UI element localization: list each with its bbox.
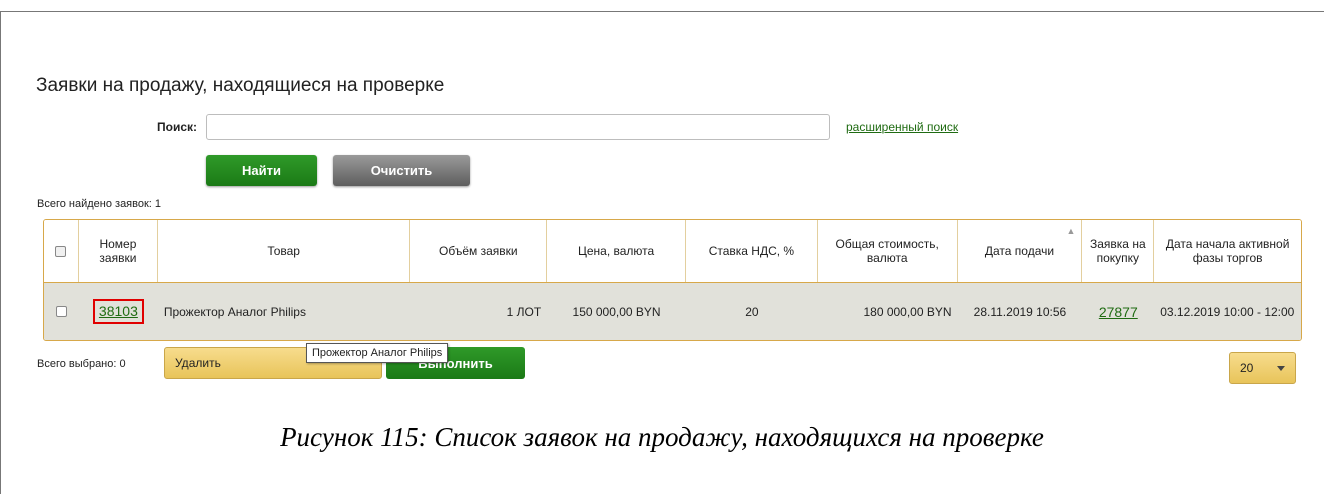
row-total: 180 000,00 BYN <box>863 304 952 319</box>
find-button[interactable]: Найти <box>206 155 317 186</box>
header-date[interactable]: Дата подачи ▲ <box>958 220 1083 282</box>
advanced-search-link[interactable]: расширенный поиск <box>846 120 958 134</box>
row-select-cell[interactable] <box>44 283 79 340</box>
chevron-down-icon <box>1277 366 1285 371</box>
row-volume: 1 ЛОТ <box>506 304 542 319</box>
sort-asc-icon: ▲ <box>1066 226 1076 236</box>
header-product[interactable]: Товар <box>158 220 411 282</box>
frame-top-border <box>0 11 1324 12</box>
header-number[interactable]: Номер заявки <box>79 220 158 282</box>
row-number-cell: 38103 <box>79 283 158 340</box>
header-vat[interactable]: Ставка НДС, % <box>686 220 818 282</box>
header-price[interactable]: Цена, валюта <box>547 220 686 282</box>
table-row: 38103 Прожектор Аналог Philips 1 ЛОТ 150… <box>44 283 1301 340</box>
header-total[interactable]: Общая стоимость, валюта <box>818 220 958 282</box>
row-checkbox[interactable] <box>55 306 67 317</box>
table-header-row: Номер заявки Товар Объём заявки Цена, ва… <box>44 220 1301 283</box>
request-number-link[interactable]: 38103 <box>99 303 138 319</box>
page-title: Заявки на продажу, находящиеся на провер… <box>36 75 445 96</box>
header-purchase[interactable]: Заявка на покупку <box>1082 220 1155 282</box>
purchase-request-link[interactable]: 27877 <box>1099 305 1138 319</box>
total-selected-label: Всего выбрано: 0 <box>37 358 126 370</box>
product-tooltip: Прожектор Аналог Philips <box>306 343 449 363</box>
header-volume[interactable]: Объём заявки <box>410 220 548 282</box>
figure-caption: Рисунок 115: Список заявок на продажу, н… <box>280 422 1044 452</box>
row-vat: 20 <box>745 304 759 319</box>
highlight-box: 38103 <box>92 299 144 324</box>
action-select-value: Удалить <box>175 356 221 370</box>
search-label: Поиск: <box>157 120 198 134</box>
requests-table: Номер заявки Товар Объём заявки Цена, ва… <box>43 219 1302 341</box>
total-found-label: Всего найдено заявок: 1 <box>37 198 162 210</box>
page-size-select[interactable]: 20 <box>1229 352 1296 384</box>
row-price: 150 000,00 BYN <box>572 304 661 319</box>
row-phase-start: 03.12.2019 10:00 - 12:00 <box>1160 304 1295 319</box>
select-all-checkbox[interactable] <box>55 245 67 257</box>
header-phase-start[interactable]: Дата начала активной фазы торгов <box>1154 220 1301 282</box>
row-purchase-cell: 27877 <box>1082 283 1154 340</box>
header-date-label: Дата подачи <box>984 244 1055 258</box>
clear-button[interactable]: Очистить <box>333 155 470 186</box>
page-size-value: 20 <box>1240 361 1254 375</box>
row-date: 28.11.2019 10:56 <box>973 304 1067 319</box>
search-input[interactable] <box>206 114 830 140</box>
header-select-all[interactable] <box>44 220 79 282</box>
row-product: Прожектор Аналог Philips <box>163 304 306 319</box>
